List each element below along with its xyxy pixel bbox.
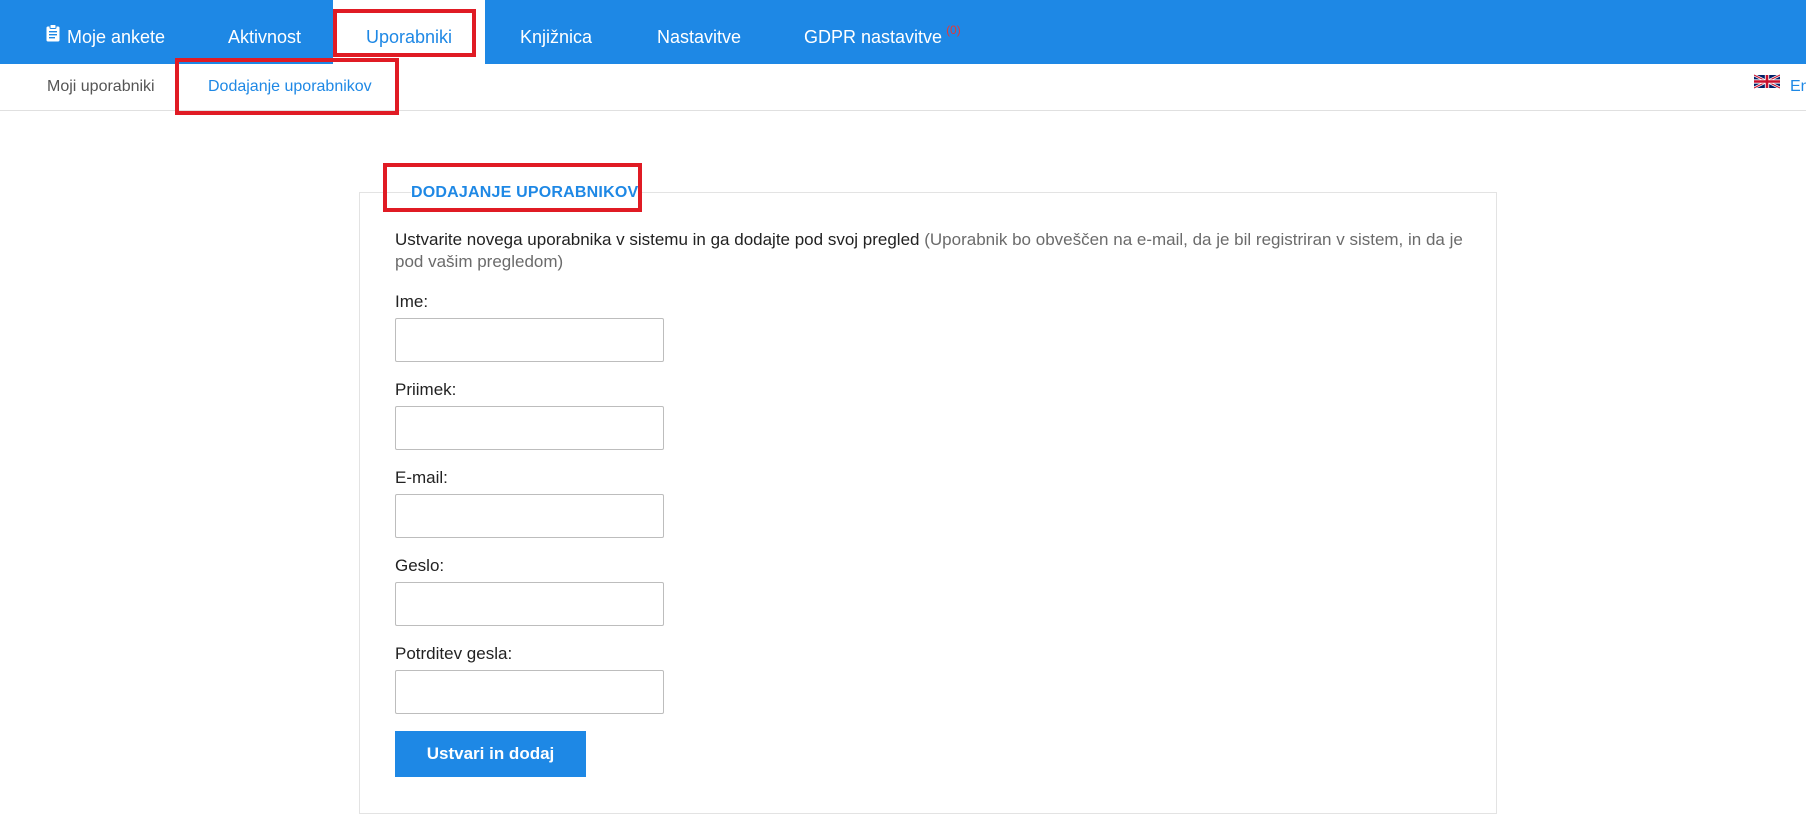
panel-title: DODAJANJE UPORABNIKOV: [411, 178, 639, 208]
language-label: En: [1790, 78, 1806, 95]
nav-knjiznica-label: Knjižnica: [520, 27, 593, 47]
email-label: E-mail:: [395, 468, 448, 487]
clipboard-icon: [46, 0, 60, 73]
intro-main: Ustvarite novega uporabnika v sistemu in…: [395, 230, 920, 249]
create-and-add-button[interactable]: Ustvari in dodaj: [395, 731, 586, 777]
last-name-label: Priimek:: [395, 380, 457, 399]
subnav-dodajanje-uporabnikov[interactable]: Dodajanje uporabnikov: [208, 64, 372, 110]
nav-knjiznica[interactable]: Knjižnica: [520, 0, 600, 64]
nav-uporabniki-label: Uporabniki: [365, 27, 453, 47]
nav-uporabniki[interactable]: Uporabniki: [333, 0, 485, 64]
language-switch[interactable]: En: [1753, 62, 1806, 110]
nav-moje-ankete-label: Moje ankete: [67, 27, 166, 47]
subnav-moji-uporabniki-label: Moji uporabniki: [47, 78, 155, 95]
nav-aktivnost[interactable]: Aktivnost: [228, 0, 318, 64]
nav-gdpr-label: GDPR nastavitve: [804, 27, 943, 47]
password-input[interactable]: [395, 582, 664, 626]
nav-moje-ankete[interactable]: Moje ankete: [46, 0, 176, 64]
first-name-input[interactable]: [395, 318, 664, 362]
password-confirm-label: Potrditev gesla:: [395, 644, 513, 663]
email-input[interactable]: [395, 494, 664, 538]
password-confirm-input[interactable]: [395, 670, 664, 714]
nav-nastavitve[interactable]: Nastavitve: [657, 0, 747, 64]
nav-aktivnost-label: Aktivnost: [228, 27, 302, 47]
last-name-input[interactable]: [395, 406, 664, 450]
uk-flag-icon: [1753, 62, 1781, 108]
subnav-moji-uporabniki[interactable]: Moji uporabniki: [47, 64, 155, 110]
subnav-dodajanje-label: Dodajanje uporabnikov: [208, 78, 372, 95]
intro-text: Ustvarite novega uporabnika v sistemu in…: [395, 229, 1475, 273]
nav-gdpr-nastavitve[interactable]: GDPR nastavitve (0): [804, 0, 964, 64]
first-name-label: Ime:: [395, 292, 429, 311]
gdpr-count-badge: (0): [946, 23, 961, 37]
top-navigation: Moje ankete Aktivnost Uporabniki Knjižni…: [0, 0, 1806, 64]
sub-navigation: Moji uporabniki Dodajanje uporabnikov En: [0, 64, 1806, 111]
password-label: Geslo:: [395, 556, 445, 575]
nav-nastavitve-label: Nastavitve: [657, 27, 742, 47]
